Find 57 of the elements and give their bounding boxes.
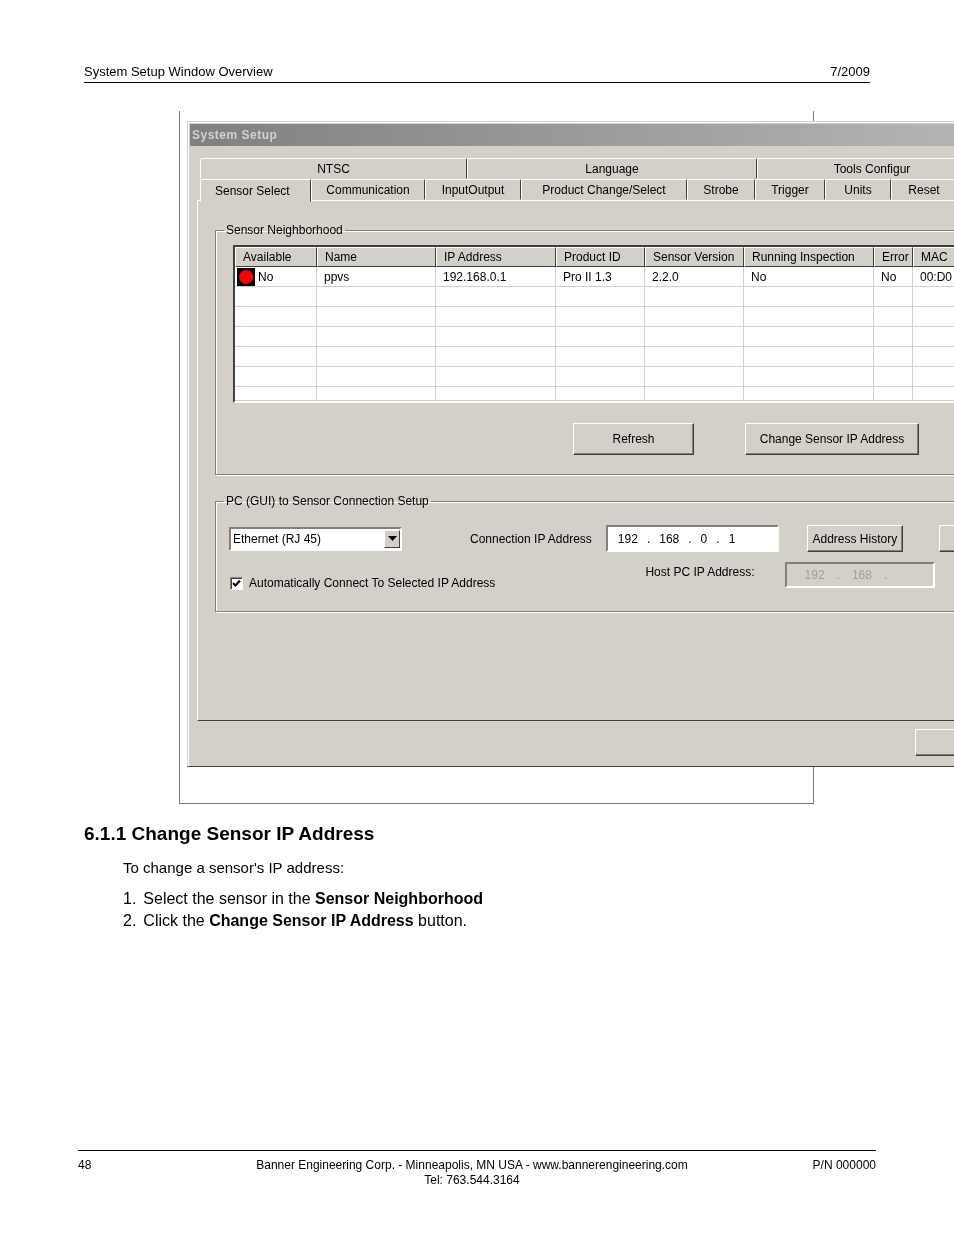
table-cell-text: No <box>258 268 274 286</box>
part-number: P/N 000000 <box>812 1158 876 1174</box>
tab[interactable]: Strobe <box>687 179 755 200</box>
list-number: 1. <box>123 889 137 909</box>
column-header[interactable]: Error <box>874 247 913 267</box>
tab[interactable]: NTSC <box>200 158 467 179</box>
list-number: 2. <box>123 911 137 931</box>
table-cell-text: 192.168.0.1 <box>443 268 507 286</box>
document-date: 7/2009 <box>830 64 870 80</box>
tab[interactable]: InputOutput <box>425 179 521 200</box>
checkbox[interactable] <box>230 576 243 590</box>
refresh-button[interactable]: Refresh <box>573 423 694 455</box>
change-ip-button[interactable]: Change Sensor IP Address <box>745 423 919 455</box>
group-title: PC (GUI) to Sensor Connection Setup <box>225 494 430 508</box>
table-cell-text: 00:D0 <box>920 268 953 286</box>
table-cell-text: 2.2.0 <box>652 268 679 286</box>
document-title: System Setup Window Overview <box>84 64 273 80</box>
page-number: 48 <box>78 1158 92 1174</box>
address-history-button[interactable]: Address History <box>806 525 903 552</box>
tab[interactable]: Trigger <box>755 179 825 200</box>
footer-text: Tel: 763.544.3164 <box>424 1173 520 1188</box>
window-title: System Setup <box>190 124 954 146</box>
checkbox-label: Automatically Connect To Selected IP Address <box>249 576 496 590</box>
column-header[interactable]: MAC <box>913 247 954 267</box>
table-cell <box>874 307 913 327</box>
interface-dropdown[interactable]: Ethernet (RJ 45) <box>229 526 402 551</box>
table-cell-text: Pro II 1.3 <box>563 268 612 286</box>
column-header[interactable]: Available <box>235 247 317 267</box>
group-title: Sensor Neighborhood <box>225 223 344 237</box>
status-icon <box>237 267 255 286</box>
tab[interactable]: Units <box>825 179 891 200</box>
table-cell <box>874 387 913 401</box>
column-header[interactable]: Product ID <box>556 247 645 267</box>
column-header[interactable]: Name <box>317 247 436 267</box>
table-cell <box>874 347 913 367</box>
tab[interactable]: Product Change/Select <box>521 179 687 200</box>
paragraph: To change a sensor's IP address: <box>123 858 346 878</box>
column-header[interactable]: Sensor Version <box>645 247 744 267</box>
footer-text: Banner Engineering Corp. - Minneapolis, MN USA - www.bannerengineering.com <box>256 1158 688 1173</box>
tab[interactable]: Reset <box>891 179 954 200</box>
tab[interactable]: Language <box>467 158 757 179</box>
section-heading: 6.1.1 Change Sensor IP Address <box>84 822 376 846</box>
column-header[interactable]: IP Address <box>436 247 556 267</box>
tab[interactable]: Communication <box>311 179 425 200</box>
table-cell-text: ppvs <box>324 268 350 286</box>
tab[interactable]: Tools Configur <box>757 158 954 179</box>
field-label: Connection IP Address <box>470 531 592 546</box>
list-item: Click the Change Sensor IP Address button. <box>143 911 468 931</box>
tab[interactable]: Sensor Select <box>200 179 311 202</box>
table-cell-text: No <box>881 268 897 286</box>
ip-address-field[interactable]: 192 . 168 . 0 . 1 <box>605 525 779 552</box>
table-cell <box>874 327 913 347</box>
field-label: Host PC IP Address: <box>645 565 755 579</box>
table-cell <box>874 367 913 387</box>
list-item: Select the sensor in the Sensor Neighborhood <box>143 889 483 909</box>
table-cell-text: No <box>751 268 767 286</box>
column-header[interactable]: Running Inspection <box>744 247 874 267</box>
